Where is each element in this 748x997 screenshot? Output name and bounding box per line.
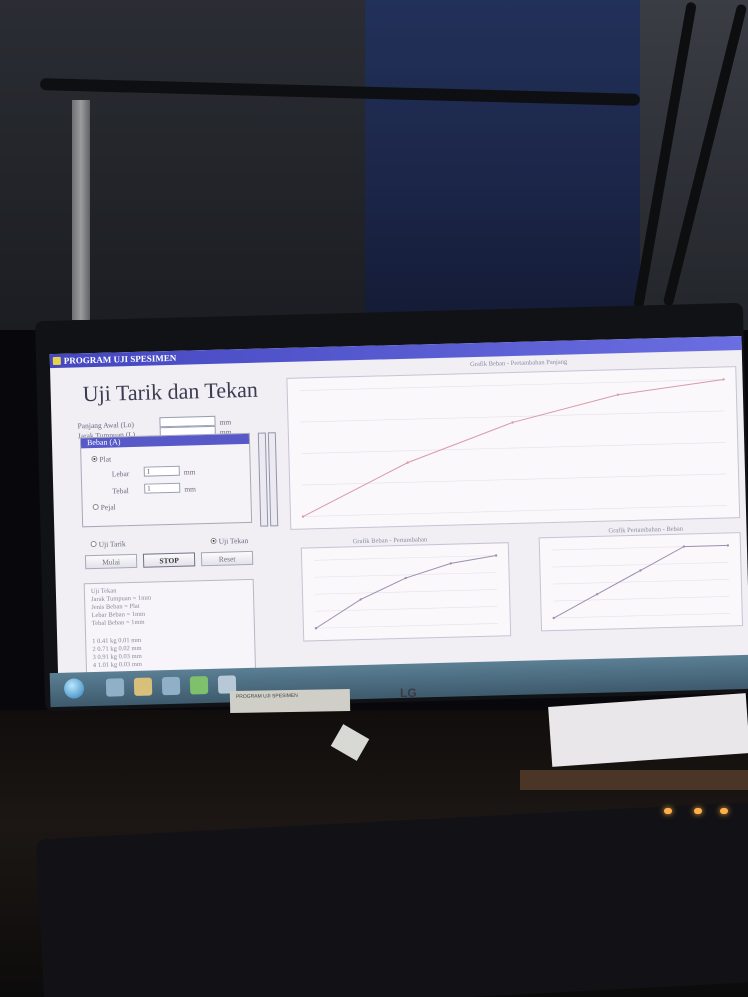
log-line: 1 0.41 kg 0.01 mm <box>92 636 142 646</box>
log-line: Uji Tekan <box>90 587 117 596</box>
log-line: 3 0.91 kg 0.03 mm <box>92 652 142 662</box>
bottom-right-chart-svg <box>551 544 730 620</box>
bottom-left-chart <box>300 542 512 642</box>
photo-scene: PROGRAM UJI SPESIMEN Uji Tarik dan Tekan… <box>0 0 748 997</box>
browser-icon[interactable] <box>105 678 125 697</box>
grid-line <box>315 623 498 629</box>
bottom-left-chart-marks <box>314 554 498 630</box>
grid-line <box>301 442 726 454</box>
reset-button[interactable]: Reset <box>200 550 254 567</box>
start-button[interactable]: Mulai <box>84 553 138 570</box>
panjang-awal-unit: mm <box>219 417 232 427</box>
app-icon <box>52 356 61 366</box>
led-light <box>664 808 672 814</box>
stop-button[interactable]: STOP <box>142 552 196 568</box>
plat-label: Plat <box>99 454 112 464</box>
folder-icon[interactable] <box>133 677 153 696</box>
grid-line <box>302 473 727 486</box>
grid-line <box>314 572 497 578</box>
led-light <box>720 808 728 814</box>
pejal-label: Pejal <box>100 502 116 512</box>
tebal-input[interactable]: 1 <box>144 482 181 494</box>
extension-gauge-bar <box>267 432 279 527</box>
grid-line <box>314 555 497 561</box>
monitor-screen: PROGRAM UJI SPESIMEN Uji Tarik dan Tekan… <box>49 336 748 694</box>
lebar-input[interactable]: 1 <box>143 465 180 477</box>
bottom-right-chart <box>538 532 744 632</box>
data-point <box>449 562 452 565</box>
tebal-label: Tebal <box>112 486 129 496</box>
main-chart <box>286 366 741 530</box>
wall-pipe <box>72 100 90 320</box>
beban-groupbox: Beban (A) Plat Lebar 1 mm Tebal 1 mm Pej… <box>79 432 253 528</box>
data-point <box>494 554 498 557</box>
log-line: 2 0.71 kg 0.02 mm <box>92 644 142 654</box>
log-line: 4 1.01 kg 0.03 mm <box>92 660 143 670</box>
grid-line <box>553 596 730 602</box>
lebar-label: Lebar <box>111 469 130 479</box>
lebar-unit: mm <box>183 467 196 477</box>
log-line: Tebal Beban = 1mm <box>91 618 145 628</box>
main-chart-svg <box>299 378 727 518</box>
chrome-icon[interactable] <box>189 676 209 695</box>
uji-tekan-label: Uji Tekan <box>218 535 249 546</box>
bottom-left-chart-svg <box>314 554 498 630</box>
uji-tarik-radio[interactable] <box>90 540 97 548</box>
grid-line <box>302 505 727 517</box>
grid-line <box>315 589 497 595</box>
blue-wall-panel <box>365 0 645 320</box>
panjang-awal-label: Panjang Awal (Lo) <box>77 419 135 431</box>
wall <box>0 0 380 330</box>
beban-group-title: Beban (A) <box>80 433 250 449</box>
load-gauge-bar <box>257 432 269 527</box>
window-title: PROGRAM UJI SPESIMEN <box>63 352 177 366</box>
media-player-icon[interactable] <box>161 676 181 696</box>
uji-tarik-label: Uji Tarik <box>98 539 126 549</box>
tebal-unit: mm <box>184 484 197 494</box>
data-point <box>616 393 620 396</box>
main-chart-marks <box>299 378 727 518</box>
pejal-radio[interactable] <box>92 503 99 511</box>
main-chart-title: Grafik Beban - Pertambahan Panjang <box>469 358 568 369</box>
data-point <box>726 544 730 547</box>
log-line: Jenis Beban = Plat <box>91 602 140 612</box>
data-point <box>722 378 725 381</box>
monitor-brand-logo: LG <box>400 686 417 700</box>
monitor-sticker: PROGRAM UJI SPESIMEN <box>229 688 351 714</box>
log-line: Lebar Beban = 1mm <box>91 610 146 620</box>
bottom-right-chart-marks <box>551 544 730 620</box>
uji-tekan-radio[interactable] <box>210 537 217 544</box>
led-light <box>694 808 702 814</box>
desk-shelf <box>520 770 748 790</box>
log-line: Jarak Tumpuan = 1mm <box>91 594 152 604</box>
sticker-text: PROGRAM UJI SPESIMEN <box>235 692 298 700</box>
plat-radio[interactable] <box>91 455 98 463</box>
grid-line <box>552 562 729 568</box>
grid-line <box>552 579 729 585</box>
grid-line <box>553 613 730 619</box>
page-title: Uji Tarik dan Tekan <box>82 376 259 407</box>
start-button-icon[interactable] <box>63 678 85 699</box>
grid-line <box>300 410 725 423</box>
